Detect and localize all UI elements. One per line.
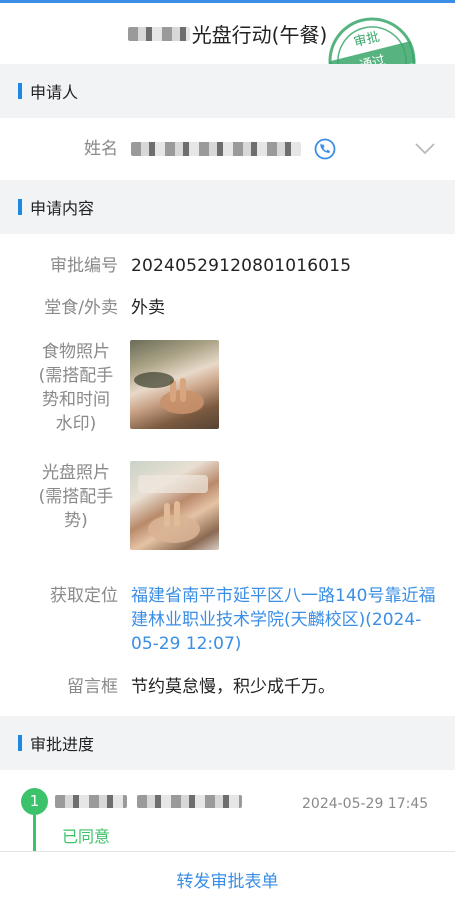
food-photo-thumbnail[interactable] [130,340,219,429]
content-section-header: 申请内容 [0,180,455,234]
applicant-section-header: 申请人 [0,64,455,118]
clear-photo-row: 光盘照片(需搭配手势) [0,461,455,533]
stamp-text-top: 审批 [352,30,381,51]
redacted-title-prefix [127,26,190,41]
section-bar-icon [18,735,22,751]
dine-label: 堂食/外卖 [44,298,118,318]
message-label: 留言框 [67,677,118,697]
progress-section-header: 审批进度 [0,716,455,770]
hand-gesture-image [134,372,204,414]
applicant-section-title: 申请人 [30,83,79,102]
section-bar-icon [18,199,22,215]
applicant-card[interactable]: 姓名 [0,118,455,180]
dine-value: 外卖 [131,298,165,318]
clear-plate-photo-thumbnail[interactable] [130,461,219,550]
message-value: 节约莫怠慢，积少成千万。 [131,677,335,697]
chevron-down-icon[interactable] [414,142,436,156]
phone-call-icon[interactable] [314,138,336,160]
redacted-approver-dept [137,795,242,808]
approval-no-value: 202405291208010160​15 [131,256,352,276]
progress-line [33,815,36,851]
food-photo-label: 食物照片(需搭配手势和时间水印) [38,342,114,434]
location-link[interactable]: 福建省南平市延平区八一路140号靠近福建林业职业技术学院(天麟校区)(2024-… [131,584,437,656]
page-title: 光盘行动(午餐) [127,19,327,48]
progress-status: 已同意 [62,827,111,846]
hand-gesture-image [138,475,208,543]
redacted-approver-name [55,795,127,808]
approval-no-label: 审批编号 [50,256,118,276]
location-label: 获取定位 [50,586,118,606]
step-number-badge: 1 [21,788,48,815]
content-section-title: 申请内容 [30,199,95,218]
forward-approval-button[interactable]: 转发审批表单 [0,851,455,906]
progress-time: 2024-05-29 17:45 [302,796,429,812]
redacted-name [131,142,301,156]
food-photo-row: 食物照片(需搭配手势和时间水印) [0,340,455,436]
progress-section-title: 审批进度 [30,735,95,754]
content-card: 审批编号 202405291208010160​15 堂食/外卖 外卖 食物照片… [0,234,455,716]
section-bar-icon [18,83,22,99]
clear-photo-label: 光盘照片(需搭配手势) [38,463,114,531]
name-label: 姓名 [84,139,118,159]
dine-row: 堂食/外卖 [0,296,455,320]
